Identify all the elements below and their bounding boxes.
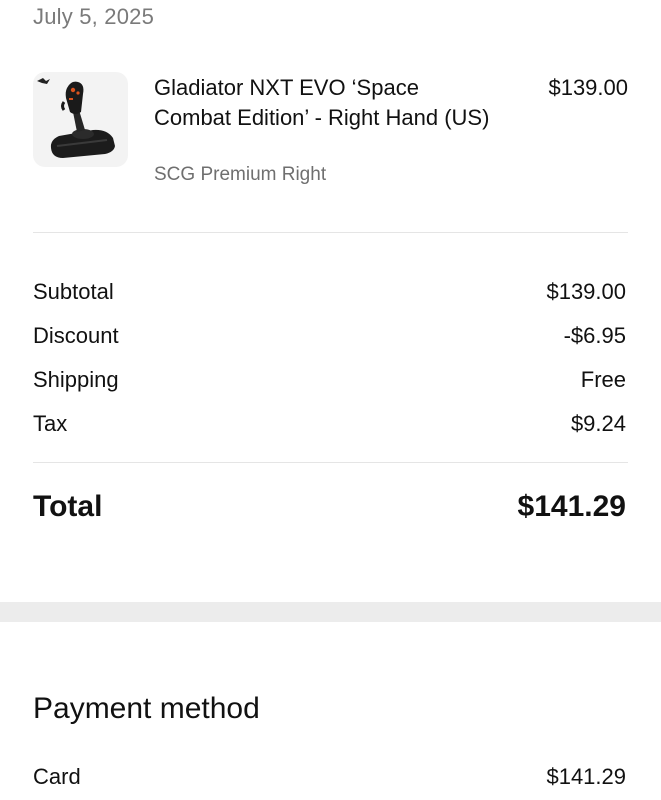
product-thumbnail[interactable] <box>33 72 128 167</box>
summary-row-shipping: Shipping Free <box>33 358 626 402</box>
summary-row-discount: Discount -$6.95 <box>33 314 626 358</box>
subtotal-label: Subtotal <box>33 279 114 304</box>
total-label: Total <box>33 490 103 523</box>
shipping-value: Free <box>580 367 626 392</box>
summary-row-tax: Tax $9.24 <box>33 402 626 446</box>
tax-label: Tax <box>33 411 68 436</box>
tax-value: $9.24 <box>570 411 626 436</box>
payment-method-row: Card $141.29 <box>33 764 626 790</box>
divider <box>33 462 628 463</box>
joystick-icon <box>37 78 115 158</box>
order-date: July 5, 2025 <box>33 4 155 29</box>
product-price: $139.00 <box>548 75 628 100</box>
payment-method-heading: Payment method <box>33 692 260 725</box>
divider <box>33 232 628 233</box>
total-value: $141.29 <box>517 490 626 523</box>
payment-method-amount: $141.29 <box>546 764 626 789</box>
order-line-item[interactable]: Gladiator NXT EVO ‘Space Combat Edition’… <box>33 72 628 202</box>
product-variant: SCG Premium Right <box>154 164 327 185</box>
section-separator <box>0 602 661 622</box>
subtotal-value: $139.00 <box>546 279 626 304</box>
cost-summary: Subtotal $139.00 Discount -$6.95 Shippin… <box>33 270 626 446</box>
discount-value: -$6.95 <box>563 323 626 348</box>
summary-row-total: Total $141.29 <box>33 490 626 524</box>
discount-label: Discount <box>33 323 119 348</box>
summary-row-subtotal: Subtotal $139.00 <box>33 270 626 314</box>
shipping-label: Shipping <box>33 367 119 392</box>
payment-method-label: Card <box>33 764 81 789</box>
product-title[interactable]: Gladiator NXT EVO ‘Space Combat Edition’… <box>154 73 499 133</box>
